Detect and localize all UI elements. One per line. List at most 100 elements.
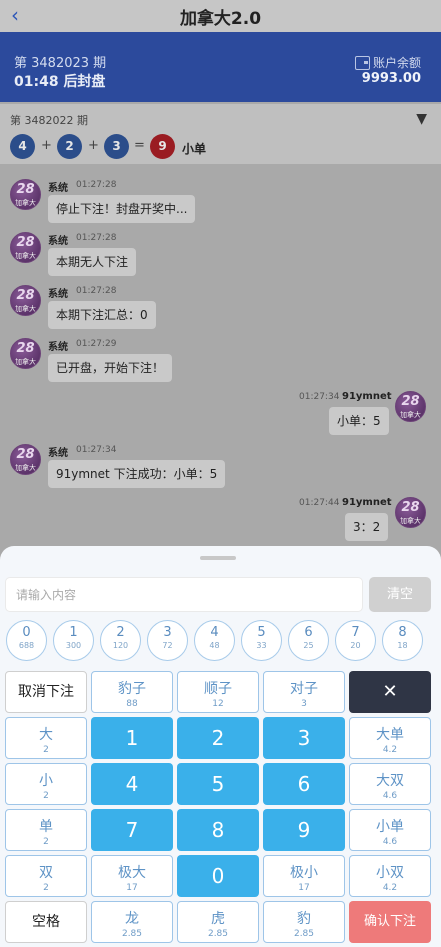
bet-key-odds: 88 [126, 699, 138, 709]
bet-key-straight[interactable]: 顺子 12 [177, 671, 259, 713]
number-chip[interactable]: 8 18 [382, 620, 423, 661]
message-bubble: 3：2 [345, 513, 389, 541]
number-chip[interactable]: 2 120 [100, 620, 141, 661]
bet-key-odds: 17 [126, 883, 138, 893]
avatar-logo-text: 加拿大 [15, 358, 36, 366]
number-chip[interactable]: 4 48 [194, 620, 235, 661]
page-title: 加拿大2.0 [179, 9, 262, 29]
bet-key-label: 大 [39, 727, 53, 743]
number-chip[interactable]: 3 72 [147, 620, 188, 661]
message-time: 01:27:28 [76, 233, 117, 243]
digit-key-5[interactable]: 5 [177, 763, 259, 805]
delete-icon[interactable]: ✕ [349, 671, 431, 713]
bet-key-odds: 2.85 [293, 929, 315, 939]
bet-key-label: 双 [39, 865, 53, 881]
bet-key-odds: 12 [212, 699, 224, 709]
bet-key-odds: 2 [43, 837, 49, 847]
message-time: 01:27:28 [76, 286, 117, 296]
last-issue-number: 第 3482022 期 [10, 114, 88, 127]
avatar: 28 加拿大 [10, 285, 41, 316]
confirm-bet-button[interactable]: 确认下注 [349, 901, 431, 943]
avatar: 28 加拿大 [395, 497, 426, 528]
bet-key-small-even[interactable]: 小双 4.2 [349, 855, 431, 897]
bet-key-big-odd[interactable]: 大单 4.2 [349, 717, 431, 759]
plus-sign: + [88, 138, 99, 153]
avatar-logo-number: 28 [401, 500, 420, 515]
avatar-logo-text: 加拿大 [400, 411, 421, 419]
number-chip-value: 0 [22, 625, 31, 640]
message-sender: 系统 [48, 183, 68, 194]
message-bubble: 停止下注！封盘开奖中... [48, 195, 196, 223]
wallet-icon [355, 56, 370, 70]
avatar-logo-text: 加拿大 [15, 464, 36, 472]
number-chip[interactable]: 6 25 [288, 620, 329, 661]
bet-key-odds: 2.85 [121, 929, 143, 939]
digit-key-0[interactable]: 0 [177, 855, 259, 897]
bet-key-odd[interactable]: 单2 [5, 809, 87, 851]
bet-key-label: 大双 [376, 773, 404, 789]
number-chip-odds: 300 [65, 641, 82, 650]
bet-key-min[interactable]: 极小 17 [263, 855, 345, 897]
avatar-logo-number: 28 [16, 235, 35, 250]
balance-value: 9993.00 [361, 71, 421, 86]
bet-key-small[interactable]: 小2 [5, 763, 87, 805]
bet-key-small-odd[interactable]: 小单 4.6 [349, 809, 431, 851]
digit-key-7[interactable]: 7 [91, 809, 173, 851]
message-bubble: 已开盘，开始下注！ [48, 354, 173, 382]
bet-key-label: 顺子 [204, 681, 232, 697]
current-issue-bar: 第 3482023 期 01:48 后封盘 账户余额 9993.00 [0, 32, 441, 102]
plus-sign: + [41, 138, 52, 153]
number-chip[interactable]: 7 20 [335, 620, 376, 661]
cancel-bet-button[interactable]: 取消下注 [5, 671, 87, 713]
drag-handle[interactable] [200, 556, 236, 560]
number-chip[interactable]: 5 33 [241, 620, 282, 661]
message-sender: 系统 [48, 236, 68, 247]
bet-key-even[interactable]: 双2 [5, 855, 87, 897]
clear-button[interactable]: 清空 [369, 577, 431, 612]
bet-key-max[interactable]: 极大 17 [91, 855, 173, 897]
bet-key-leopard-short[interactable]: 豹 2.85 [263, 901, 345, 943]
number-chip-odds: 18 [397, 641, 408, 650]
avatar-logo-text: 加拿大 [400, 517, 421, 525]
bet-key-label: 小双 [376, 865, 404, 881]
digit-key-4[interactable]: 4 [91, 763, 173, 805]
triangle-down-icon[interactable]: ▼ [416, 111, 427, 127]
message-bubble: 本期无人下注 [48, 248, 137, 276]
bet-key-odds: 2 [43, 745, 49, 755]
number-chip-value: 3 [163, 625, 172, 640]
digit-key-6[interactable]: 6 [263, 763, 345, 805]
digit-key-1[interactable]: 1 [91, 717, 173, 759]
bet-key-pair[interactable]: 对子 3 [263, 671, 345, 713]
bet-input[interactable] [5, 577, 363, 612]
bet-key-label: 对子 [290, 681, 318, 697]
number-chip-odds: 120 [112, 641, 129, 650]
avatar-logo-text: 加拿大 [15, 199, 36, 207]
balance-label: 账户余额 [372, 56, 421, 70]
digit-key-8[interactable]: 8 [177, 809, 259, 851]
message-sender: 91ymnet [342, 497, 392, 508]
avatar: 28 加拿大 [10, 232, 41, 263]
number-chip-value: 7 [351, 625, 360, 640]
last-result-bar[interactable]: 第 3482022 期 ▼ 4 + 2 + 3 = 9 小单 [0, 104, 441, 164]
bet-key-leopard[interactable]: 豹子 88 [91, 671, 173, 713]
bet-key-tiger[interactable]: 虎 2.85 [177, 901, 259, 943]
result-ball: 2 [57, 134, 82, 159]
number-chip-odds: 48 [209, 641, 220, 650]
bet-key-dragon[interactable]: 龙 2.85 [91, 901, 173, 943]
number-chip-odds: 25 [303, 641, 314, 650]
digit-key-3[interactable]: 3 [263, 717, 345, 759]
space-key[interactable]: 空格 [5, 901, 87, 943]
avatar-logo-number: 28 [401, 394, 420, 409]
bet-key-odds: 2 [43, 883, 49, 893]
avatar: 28 加拿大 [10, 444, 41, 475]
message-time: 01:27:34 [299, 392, 340, 402]
digit-key-2[interactable]: 2 [177, 717, 259, 759]
bet-key-big-even[interactable]: 大双 4.6 [349, 763, 431, 805]
bet-key-odds: 3 [301, 699, 307, 709]
number-chip[interactable]: 0 688 [6, 620, 47, 661]
digit-key-9[interactable]: 9 [263, 809, 345, 851]
bet-key-label: 龙 [125, 911, 139, 927]
number-chip[interactable]: 1 300 [53, 620, 94, 661]
bet-key-big[interactable]: 大2 [5, 717, 87, 759]
bet-key-label: 小 [39, 773, 53, 789]
